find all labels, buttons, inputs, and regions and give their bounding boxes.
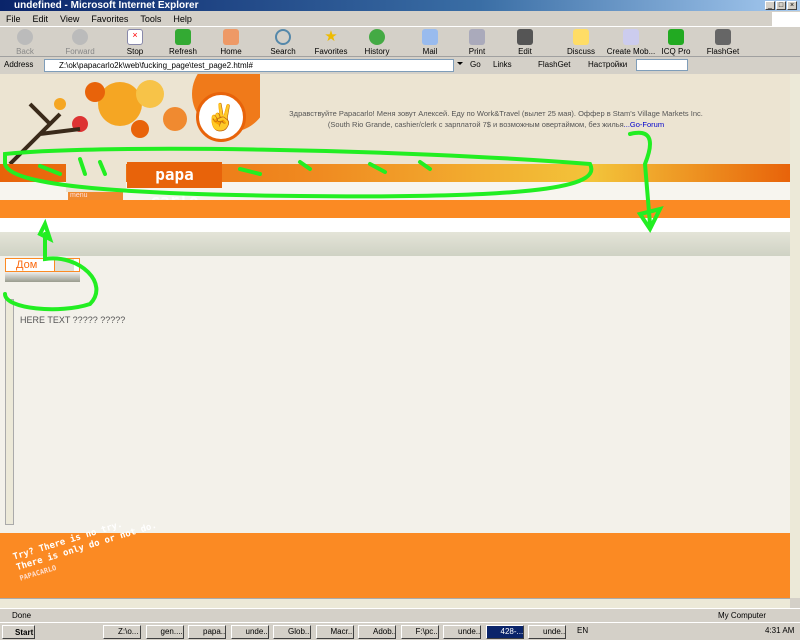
status-text: Done <box>12 611 32 620</box>
create-mobile-icon <box>623 29 639 45</box>
title-bar: undefined - Microsoft Internet Explorer <box>0 0 800 11</box>
mail-button[interactable]: Mail <box>405 29 455 56</box>
maximize-button[interactable]: □ <box>776 1 786 10</box>
star-icon: ★ <box>324 28 338 45</box>
horizontal-scrollbar[interactable] <box>0 598 790 608</box>
back-icon <box>17 29 33 45</box>
taskbar-item[interactable]: unde... <box>230 625 269 639</box>
home-button[interactable]: Home <box>206 29 256 56</box>
refresh-icon <box>175 29 191 45</box>
menu-file[interactable]: File <box>6 11 21 26</box>
vertical-scrollbar[interactable] <box>790 74 800 598</box>
taskbar-item[interactable]: Glob... <box>273 625 311 639</box>
start-button[interactable]: Start <box>2 625 35 639</box>
printer-icon <box>469 29 485 45</box>
menu-bar: File Edit View Favorites Tools Help <box>0 11 800 27</box>
windows-logo-icon <box>772 12 800 27</box>
taskbar: Start Z:\o... gen.... papa... unde... Glob..… <box>0 622 800 640</box>
favorites-button[interactable]: ★ Favorites <box>306 28 356 57</box>
taskbar-item[interactable]: unde... <box>443 625 481 639</box>
forward-icon <box>72 29 88 45</box>
taskbar-item[interactable]: gen.... <box>145 625 184 639</box>
taskbar-item[interactable]: unde... <box>528 625 566 639</box>
menu-favorites[interactable]: Favorites <box>91 11 128 26</box>
flashget-button[interactable]: FlashGet <box>698 29 748 56</box>
minimize-button[interactable]: _ <box>765 1 775 10</box>
icq-flower-icon <box>668 29 684 45</box>
discuss-icon <box>573 29 589 45</box>
home-icon <box>223 29 239 45</box>
status-bar: Done My Computer <box>0 608 800 622</box>
menu-help[interactable]: Help <box>173 11 192 26</box>
links-flashget[interactable]: FlashGet <box>538 57 570 73</box>
stop-button[interactable]: × Stop <box>110 29 160 56</box>
settings-dropdown[interactable]: Настройки <box>588 57 627 73</box>
taskbar-item[interactable]: Adob... <box>358 625 396 639</box>
stop-icon: × <box>127 29 143 45</box>
footer-quote: Try? There is no try. There is only do or… <box>12 519 159 583</box>
menu-view[interactable]: View <box>60 11 79 26</box>
back-button[interactable]: Back <box>0 29 50 56</box>
green-scribble-annotation-icon <box>2 130 664 312</box>
flashget-icon <box>715 29 731 45</box>
taskbar-item[interactable]: papa... <box>188 625 226 639</box>
links-button[interactable]: Links <box>493 57 512 73</box>
edit-button[interactable]: Edit <box>500 29 550 56</box>
taskbar-item[interactable]: Macr... <box>315 625 354 639</box>
print-button[interactable]: Print <box>452 29 502 56</box>
toolbar-search-input[interactable] <box>636 59 688 71</box>
window-title: undefined - Microsoft Internet Explorer <box>14 0 199 11</box>
history-button[interactable]: History <box>352 29 402 56</box>
search-icon <box>275 29 291 45</box>
address-input[interactable]: Z:\ok\papacarlo2k\web\fucking_page\test_… <box>44 59 454 72</box>
edit-icon <box>517 29 533 45</box>
language-indicator[interactable]: EN <box>577 626 588 635</box>
forward-button[interactable]: Forward <box>55 29 105 56</box>
address-dropdown-icon[interactable] <box>457 62 463 65</box>
close-button[interactable]: × <box>787 1 797 10</box>
icq-button[interactable]: ICQ Pro <box>651 29 701 56</box>
mail-icon <box>422 29 438 45</box>
search-button[interactable]: Search <box>258 29 308 56</box>
clock: 4:31 AM <box>765 626 795 635</box>
menu-tools[interactable]: Tools <box>140 11 161 26</box>
address-label: Address <box>4 60 34 69</box>
go-button[interactable]: Go <box>470 57 481 73</box>
taskbar-item[interactable]: F:\pc... <box>400 625 439 639</box>
discuss-button[interactable]: Discuss <box>556 29 606 56</box>
history-icon <box>369 29 385 45</box>
footer: Try? There is no try. There is only do or… <box>0 520 790 598</box>
taskbar-item[interactable]: Z:\o... <box>103 625 141 639</box>
refresh-button[interactable]: Refresh <box>158 29 208 56</box>
toolbar: Back Forward × Stop Refresh Home Search ★… <box>0 28 800 57</box>
security-zone: My Computer <box>718 611 767 620</box>
web-page: ✌ Здравствуйте Papacarlo! Меня зовут Але… <box>0 74 790 598</box>
taskbar-item[interactable]: 428-... <box>485 625 524 639</box>
menu-edit[interactable]: Edit <box>33 11 49 26</box>
